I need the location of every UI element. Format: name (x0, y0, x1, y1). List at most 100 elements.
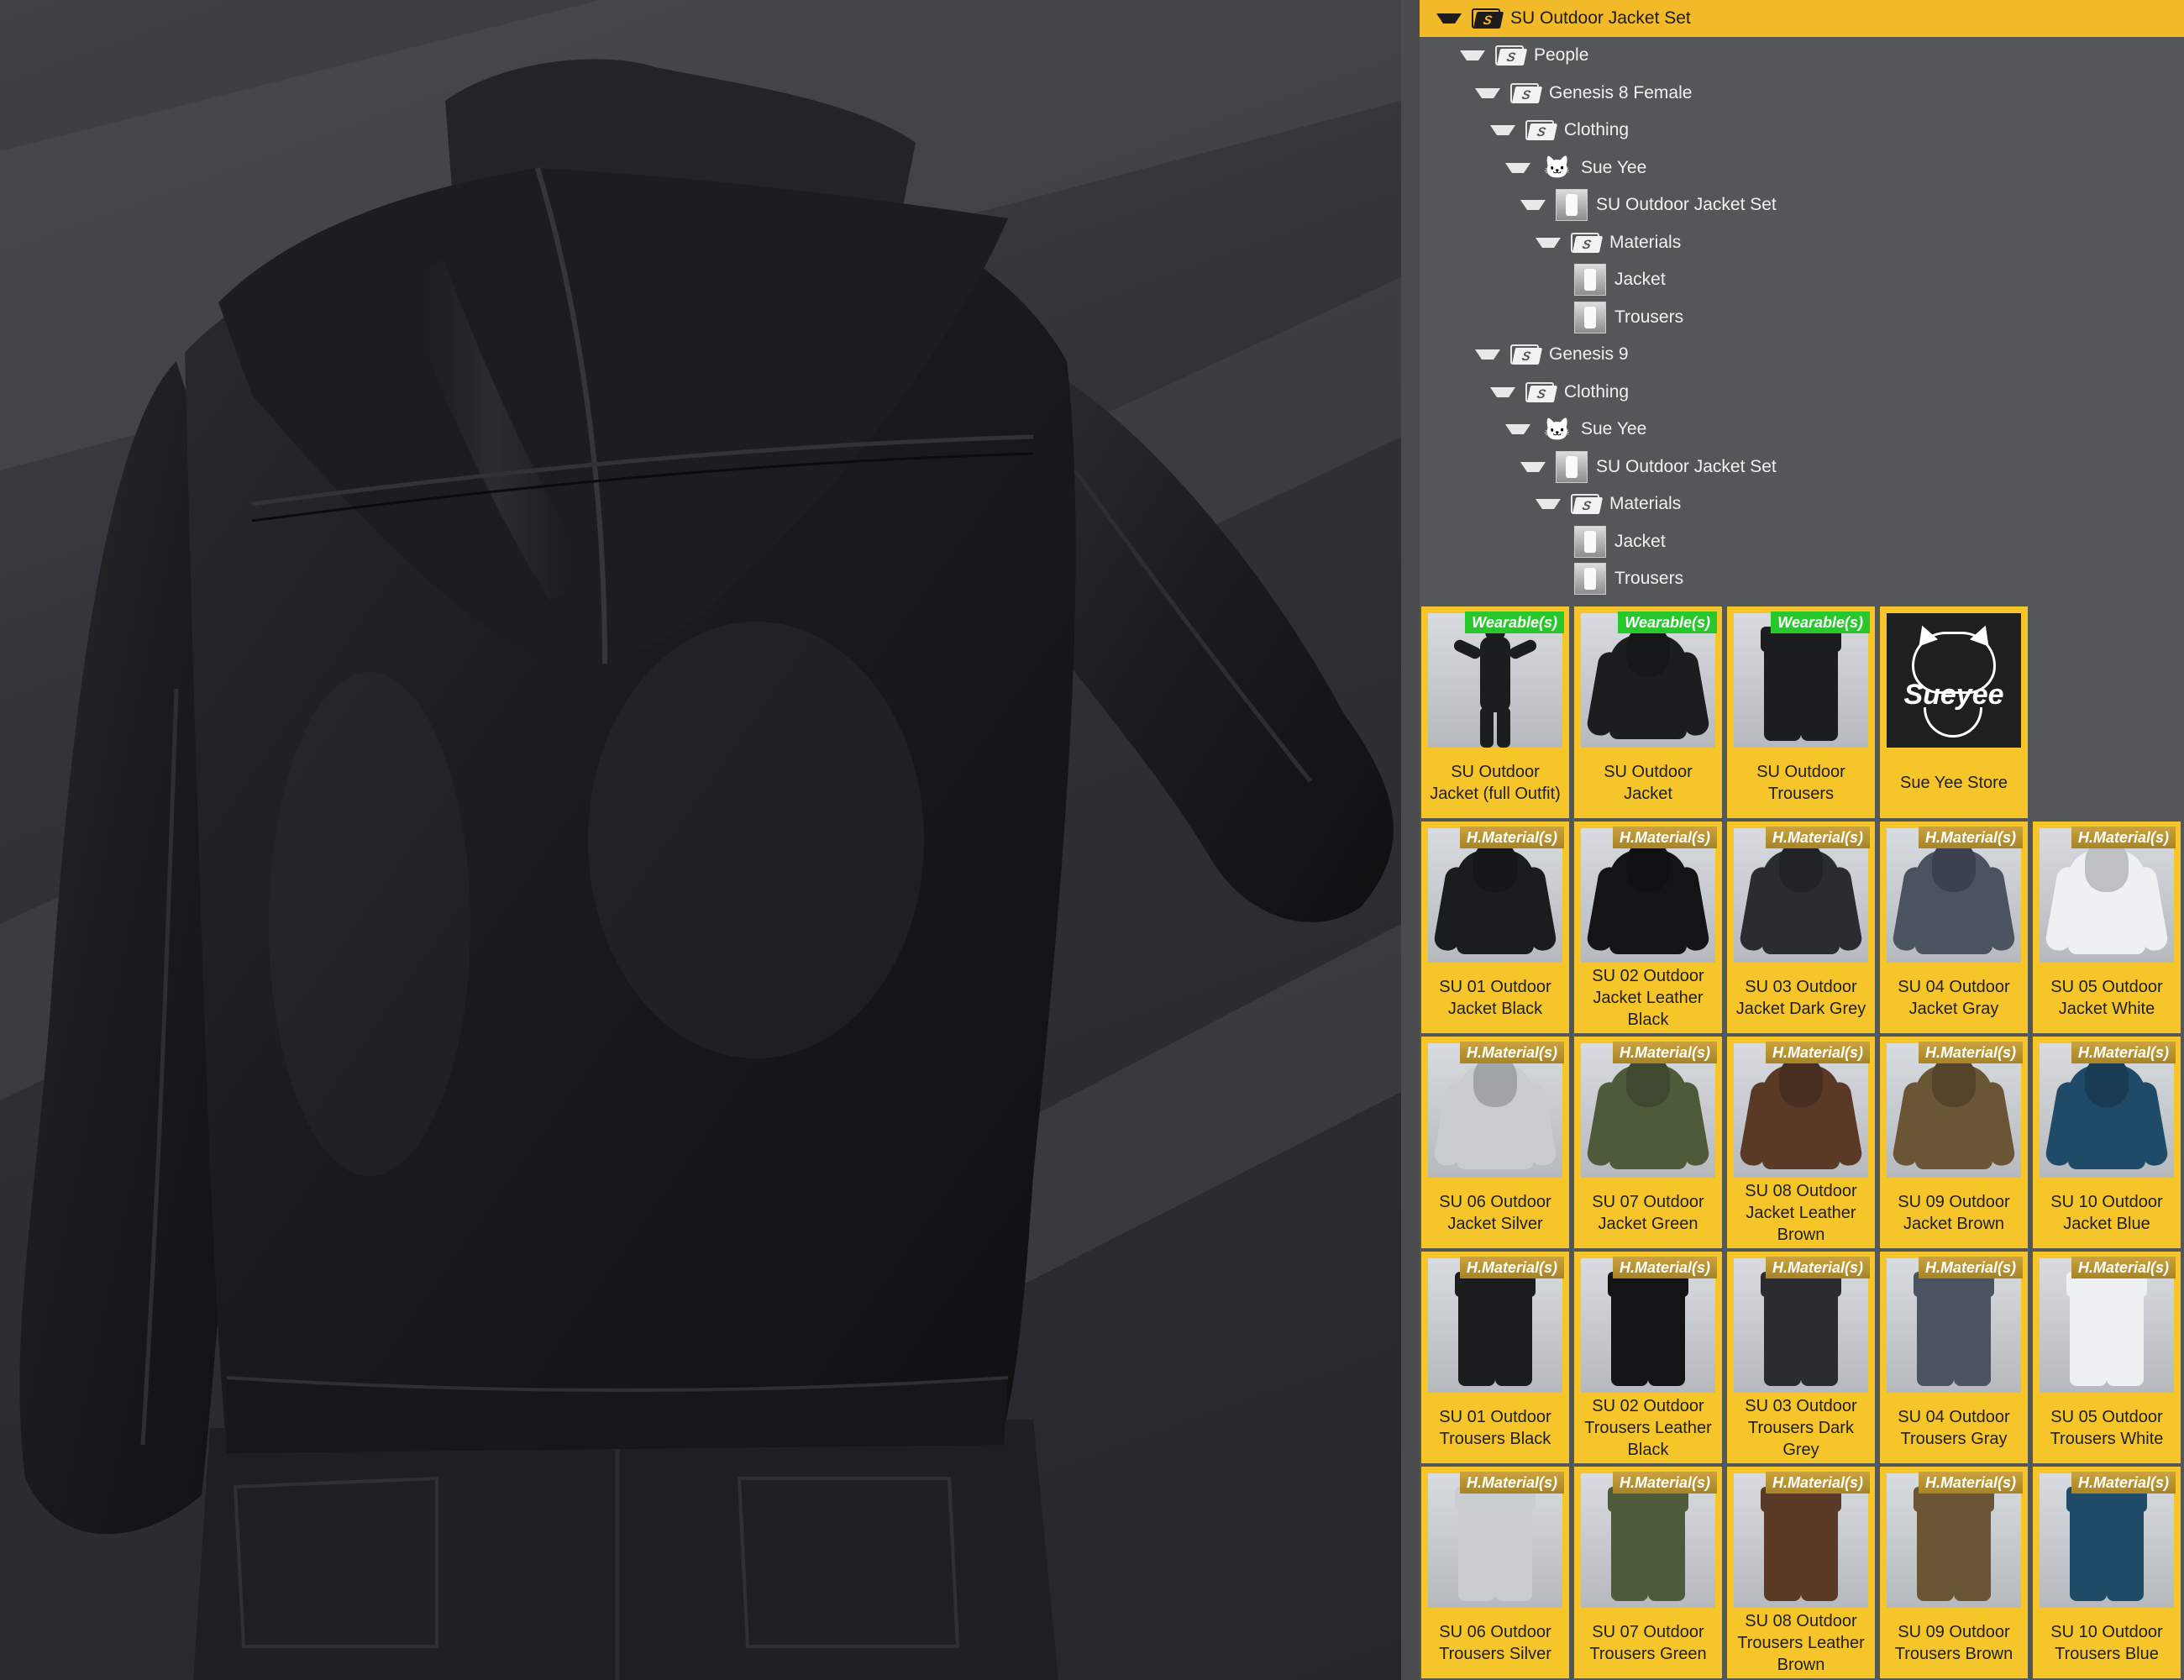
asset-label: SU 01 Outdoor Trousers Black (1439, 1408, 1551, 1448)
expand-arrow-icon[interactable] (1490, 125, 1515, 135)
expand-arrow-icon[interactable] (1505, 424, 1530, 434)
pants-r-shape (1648, 1277, 1685, 1386)
expand-arrow-icon[interactable] (1520, 200, 1546, 210)
asset-card[interactable]: H.Material(s) SU 06 Outdoor Trousers Silv… (1421, 1467, 1569, 1678)
tree-node[interactable]: SU Outdoor Jacket Set (1520, 450, 1777, 484)
asset-card[interactable]: H.Material(s) SU 07 Outdoor Trousers Gree… (1574, 1467, 1722, 1678)
expand-arrow-icon[interactable] (1520, 461, 1546, 472)
expand-arrow-icon[interactable] (1536, 237, 1561, 248)
asset-thumbnail (1887, 1258, 2021, 1393)
cat-logo-icon: 🐱 (1543, 155, 1572, 180)
pants-r-shape (1495, 1492, 1532, 1601)
pants-l-shape (2070, 1277, 2107, 1386)
pants-l-shape (1764, 1492, 1801, 1601)
asset-thumbnail (1428, 613, 1562, 748)
folder-icon: S (1510, 81, 1543, 105)
folder-icon: S (1525, 118, 1558, 142)
asset-thumbnail (1581, 1043, 1715, 1178)
fig-legr-shape (1497, 707, 1510, 748)
expand-arrow-icon[interactable] (1505, 162, 1530, 173)
tree-node[interactable]: Trousers (1551, 562, 1683, 596)
asset-card[interactable]: H.Material(s) SU 03 Outdoor Trousers Dark… (1727, 1252, 1875, 1463)
asset-thumbnail (2040, 1258, 2174, 1393)
asset-card[interactable]: H.Material(s) SU 04 Outdoor Trousers Gray (1880, 1252, 2028, 1463)
material-badge: H.Material(s) (1459, 1257, 1564, 1278)
tree-node[interactable]: 🐱 Sue Yee (1505, 412, 1646, 446)
tree-node[interactable]: S Clothing (1490, 113, 1629, 147)
asset-card[interactable]: H.Material(s) SU 07 Outdoor Jacket Green (1574, 1037, 1722, 1248)
tree-node[interactable]: S Genesis 8 Female (1475, 76, 1692, 110)
asset-label: SU 03 Outdoor Jacket Dark Grey (1735, 978, 1866, 1018)
tree-root-node[interactable]: S SU Outdoor Jacket Set (1420, 0, 2184, 37)
asset-card[interactable]: H.Material(s) SU 01 Outdoor Jacket Black (1421, 822, 1569, 1033)
content-library-panel: S SU Outdoor Jacket Set S People S Genesis 8 … (1420, 0, 2184, 1680)
asset-card[interactable]: H.Material(s) SU 03 Outdoor Jacket Dark G… (1727, 822, 1875, 1033)
asset-card[interactable]: H.Material(s) SU 09 Outdoor Trousers Brow… (1880, 1467, 2028, 1678)
tree-node-label: Genesis 9 (1549, 344, 1629, 364)
asset-card[interactable]: H.Material(s) SU 02 Outdoor Trousers Leat… (1574, 1252, 1722, 1463)
expand-arrow-icon[interactable] (1536, 499, 1561, 509)
asset-thumbnail (2040, 1473, 2174, 1608)
asset-card[interactable]: H.Material(s) SU 10 Outdoor Jacket Blue (2033, 1037, 2181, 1248)
asset-card[interactable]: H.Material(s) SU 09 Outdoor Jacket Brown (1880, 1037, 2028, 1248)
material-badge: H.Material(s) (2071, 1257, 2176, 1278)
asset-card[interactable]: H.Material(s) SU 06 Outdoor Jacket Silver (1421, 1037, 1569, 1248)
asset-card[interactable]: H.Material(s) SU 08 Outdoor Trousers Leat… (1727, 1467, 1875, 1678)
tree-node[interactable]: S People (1460, 39, 1588, 72)
wearable-badge: Wearable(s) (1618, 612, 1717, 633)
trousers-thumb-icon (1574, 301, 1606, 333)
tree-node[interactable]: S Clothing (1490, 375, 1629, 409)
pants-r-shape (2107, 1277, 2144, 1386)
asset-card[interactable]: Wearable(s) SU Outdoor Trousers (1727, 606, 1875, 818)
asset-card[interactable]: H.Material(s) SU 10 Outdoor Trousers Blue (2033, 1467, 2181, 1678)
tree-node-label: Sue Yee (1581, 419, 1647, 438)
tree-node-label: Clothing (1564, 120, 1630, 139)
asset-label: SU 01 Outdoor Jacket Black (1439, 978, 1551, 1018)
tree-node[interactable]: Jacket (1551, 525, 1666, 559)
tree-node[interactable]: 🐱 Sue Yee (1505, 151, 1646, 185)
panel-splitter[interactable] (1401, 0, 1420, 1680)
pants-l-shape (1764, 632, 1801, 741)
asset-card[interactable]: Wearable(s) SU Outdoor Jacket (full Outfi… (1421, 606, 1569, 818)
store-link-card[interactable]: Sueyee Sue Yee Store (1880, 606, 2028, 818)
asset-card[interactable]: H.Material(s) SU 08 Outdoor Jacket Leathe… (1727, 1037, 1875, 1248)
expand-arrow-icon[interactable] (1460, 50, 1485, 60)
asset-card[interactable]: H.Material(s) SU 04 Outdoor Jacket Gray (1880, 822, 2028, 1033)
fig-legl-shape (1480, 707, 1494, 748)
tree-node[interactable]: S Materials (1536, 226, 1681, 260)
expand-arrow-icon[interactable] (1475, 87, 1500, 98)
pants-l-shape (1458, 1277, 1495, 1386)
asset-card[interactable]: Wearable(s) SU Outdoor Jacket (1574, 606, 1722, 818)
pants-r-shape (1801, 1277, 1838, 1386)
expand-arrow-icon[interactable] (1490, 386, 1515, 397)
material-badge: H.Material(s) (1918, 1257, 2023, 1278)
asset-label: SU Outdoor Trousers (1756, 763, 1845, 803)
asset-thumbnail (1734, 1258, 1868, 1393)
asset-thumbnail (1581, 613, 1715, 748)
material-badge: H.Material(s) (1612, 1472, 1717, 1494)
asset-label: SU Outdoor Jacket (1604, 763, 1693, 803)
pants-l-shape (1917, 1492, 1954, 1601)
material-badge: H.Material(s) (1918, 1042, 2023, 1063)
tree-node-label: Materials (1609, 232, 1682, 252)
tree-node[interactable]: Jacket (1551, 263, 1666, 297)
trousers-thumb-icon (1574, 563, 1606, 595)
asset-card[interactable]: H.Material(s) SU 05 Outdoor Jacket White (2033, 822, 2181, 1033)
asset-label: SU 02 Outdoor Trousers Leather Black (1584, 1397, 1712, 1459)
tree-node-label: Genesis 8 Female (1549, 82, 1693, 102)
expand-arrow-icon[interactable] (1436, 13, 1462, 24)
asset-card[interactable]: H.Material(s) SU 02 Outdoor Jacket Leathe… (1574, 822, 1722, 1033)
asset-thumbnail (1581, 1258, 1715, 1393)
asset-card[interactable]: H.Material(s) SU 05 Outdoor Trousers Whit… (2033, 1252, 2181, 1463)
folder-icon: S (1510, 343, 1543, 366)
asset-card[interactable]: H.Material(s) SU 01 Outdoor Trousers Blac… (1421, 1252, 1569, 1463)
asset-label: SU 10 Outdoor Trousers Blue (2050, 1623, 2163, 1663)
asset-label: SU 09 Outdoor Trousers Brown (1894, 1623, 2013, 1663)
tree-node[interactable]: S Materials (1536, 487, 1681, 521)
tree-node[interactable]: S Genesis 9 (1475, 338, 1629, 371)
folder-icon: S (1525, 381, 1558, 404)
tree-node[interactable]: Trousers (1551, 301, 1683, 334)
asset-label: SU 08 Outdoor Jacket Leather Brown (1745, 1182, 1857, 1244)
tree-node[interactable]: SU Outdoor Jacket Set (1520, 188, 1777, 222)
expand-arrow-icon[interactable] (1475, 349, 1500, 360)
